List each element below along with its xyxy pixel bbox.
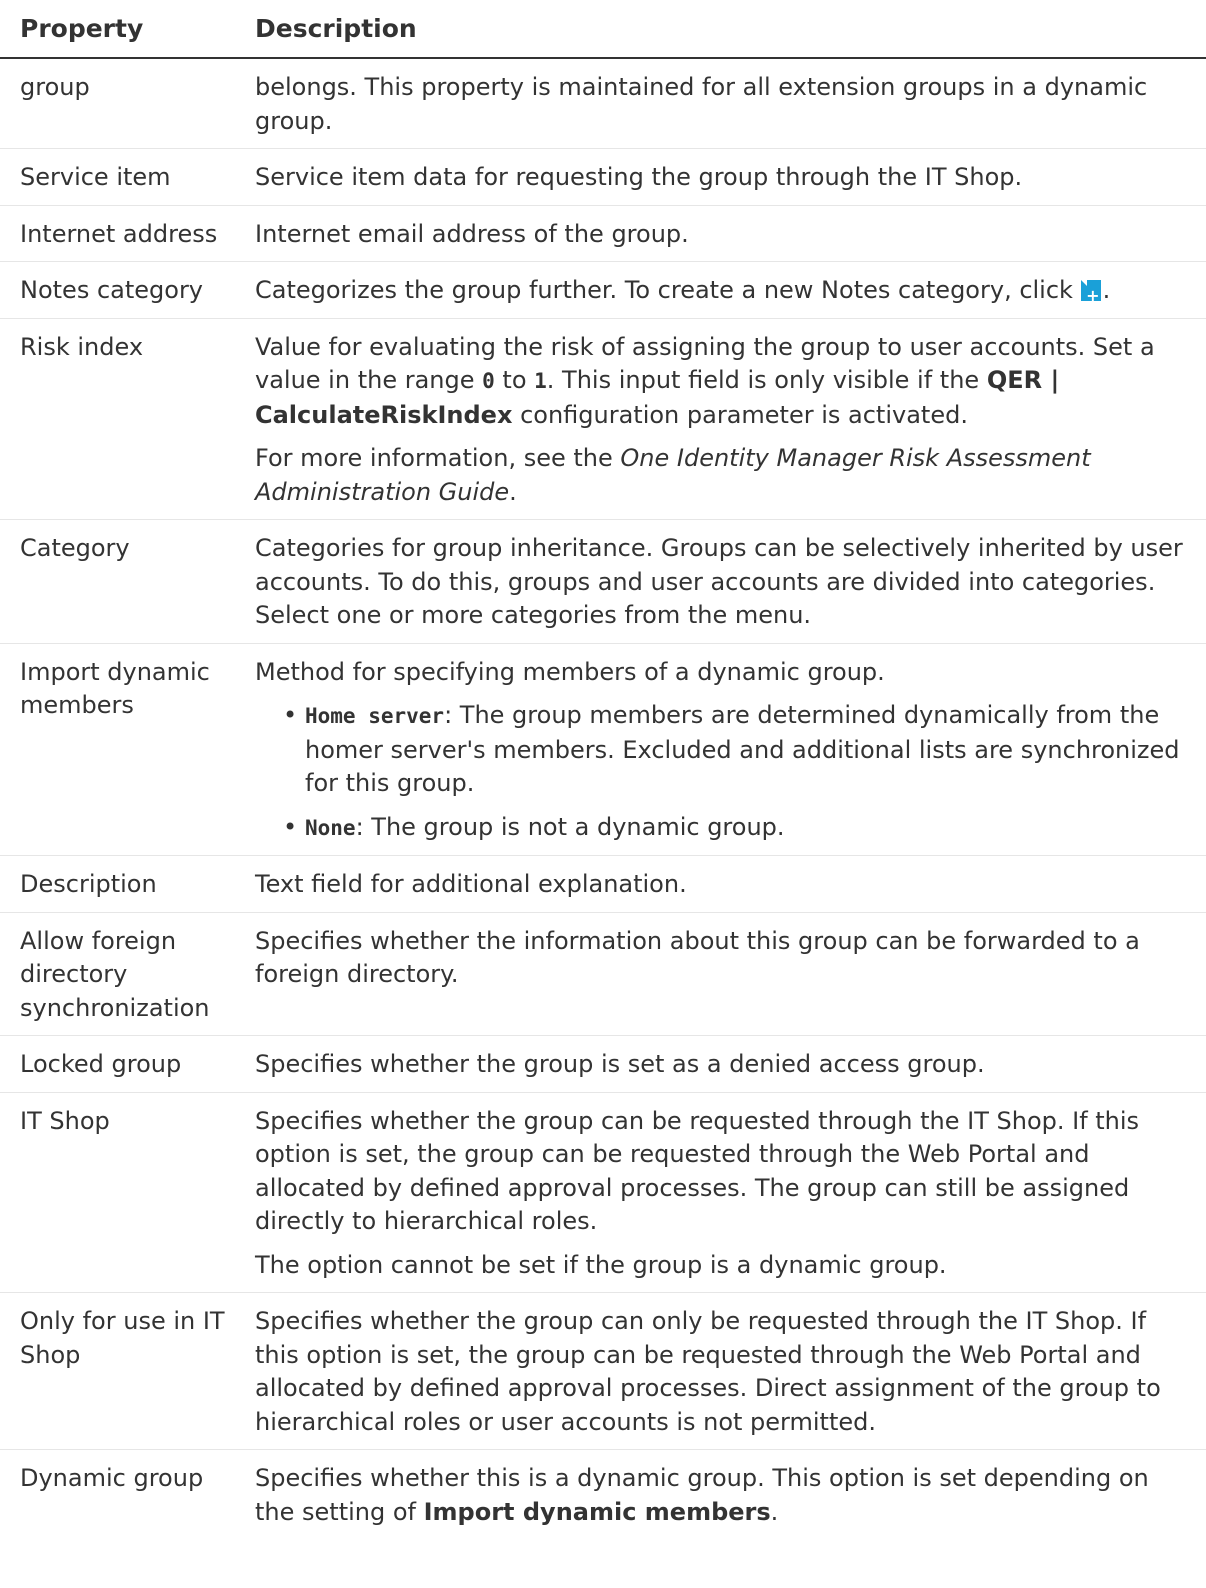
code-value: 0 (482, 369, 495, 393)
property-description: Value for evaluating the risk of assigni… (255, 331, 1206, 510)
table-row: Dynamic group Specifies whether this is … (0, 1450, 1206, 1539)
property-description: Service item data for requesting the gro… (255, 163, 1023, 191)
option-code: None (305, 815, 356, 840)
property-description: Specifies whether the group can be reque… (255, 1105, 1206, 1283)
table-row: Description Text field for additional ex… (0, 856, 1206, 913)
property-table: Property Description group belongs. This… (0, 0, 1206, 1539)
header-description: Description (255, 14, 417, 43)
add-new-icon[interactable]: + (1080, 280, 1101, 304)
list-item: • None: The group is not a dynamic group. (283, 811, 1192, 846)
code-value: 1 (534, 369, 547, 393)
property-name: group (20, 73, 90, 101)
property-description: Categories for group inheritance. Groups… (255, 534, 1183, 629)
table-header: Property Description (0, 0, 1206, 59)
property-name: Locked group (20, 1050, 182, 1078)
table-row: Only for use in IT Shop Specifies whethe… (0, 1293, 1206, 1450)
option-code: Home server (305, 704, 445, 728)
description-paragraph: Specifies whether the group can be reque… (255, 1106, 1140, 1236)
property-description: Specifies whether the information about … (255, 926, 1140, 989)
option-text: : The group is not a dynamic group. (355, 812, 785, 841)
property-name: Description (20, 870, 157, 898)
header-property: Property (20, 14, 144, 43)
table-row: Locked group Specifies whether the group… (0, 1036, 1206, 1093)
description-paragraph: For more information, see the One Identi… (255, 442, 1192, 509)
property-description: belongs. This property is maintained for… (255, 73, 1148, 135)
property-name: Import dynamic members (20, 657, 210, 720)
property-name: Service item (20, 163, 171, 191)
property-description: Specifies whether the group is set as a … (255, 1050, 985, 1078)
table-row: Category Categories for group inheritanc… (0, 520, 1206, 644)
table-row: Import dynamic members Method for specif… (0, 644, 1206, 856)
description-text: Categorizes the group further. To create… (255, 276, 1081, 304)
property-name: IT Shop (20, 1106, 110, 1135)
property-name: Category (20, 534, 130, 562)
description-text: . This input field is only visible if th… (546, 366, 987, 394)
property-description: Internet email address of the group. (255, 219, 689, 248)
property-name: Notes category (20, 276, 204, 304)
table-row: Service item Service item data for reque… (0, 149, 1206, 206)
property-name: Allow foreign directory synchronization (20, 926, 210, 1022)
table-row: group belongs. This property is maintain… (0, 59, 1206, 149)
property-name: Risk index (20, 332, 144, 361)
property-description: Specifies whether this is a dynamic grou… (255, 1462, 1206, 1529)
property-description: Categorizes the group further. To create… (255, 274, 1206, 308)
setting-reference: Import dynamic members (423, 1497, 771, 1526)
table-row: IT Shop Specifies whether the group can … (0, 1093, 1206, 1293)
bullet: • (283, 701, 298, 729)
property-description: Text field for additional explanation. (255, 870, 687, 898)
property-description: Specifies whether the group can only be … (255, 1307, 1161, 1436)
list-item: • Home server: The group members are dete… (283, 699, 1192, 801)
description-paragraph: Value for evaluating the risk of assigni… (255, 331, 1192, 433)
description-text: to (494, 366, 535, 394)
description-paragraph: Method for specifying members of a dynam… (255, 657, 885, 686)
bullet: • (283, 812, 298, 841)
description-paragraph: The option cannot be set if the group is… (255, 1250, 947, 1279)
option-list: • Home server: The group members are dete… (255, 699, 1192, 845)
description-text: . (770, 1497, 779, 1526)
description-text: . (509, 477, 517, 506)
table-row: Risk index Value for evaluating the risk… (0, 319, 1206, 520)
description-text: . (1102, 276, 1111, 304)
table-row: Internet address Internet email address … (0, 206, 1206, 262)
description-text: For more information, see the (255, 444, 621, 472)
table-row: Allow foreign directory synchronization … (0, 913, 1206, 1036)
table-row: Notes category Categorizes the group fur… (0, 262, 1206, 319)
property-name: Dynamic group (20, 1464, 204, 1492)
description-text: configuration parameter is activated. (512, 400, 968, 429)
property-description: Method for specifying members of a dynam… (255, 656, 1206, 846)
property-name: Only for use in IT Shop (20, 1307, 225, 1369)
property-name: Internet address (20, 219, 218, 248)
